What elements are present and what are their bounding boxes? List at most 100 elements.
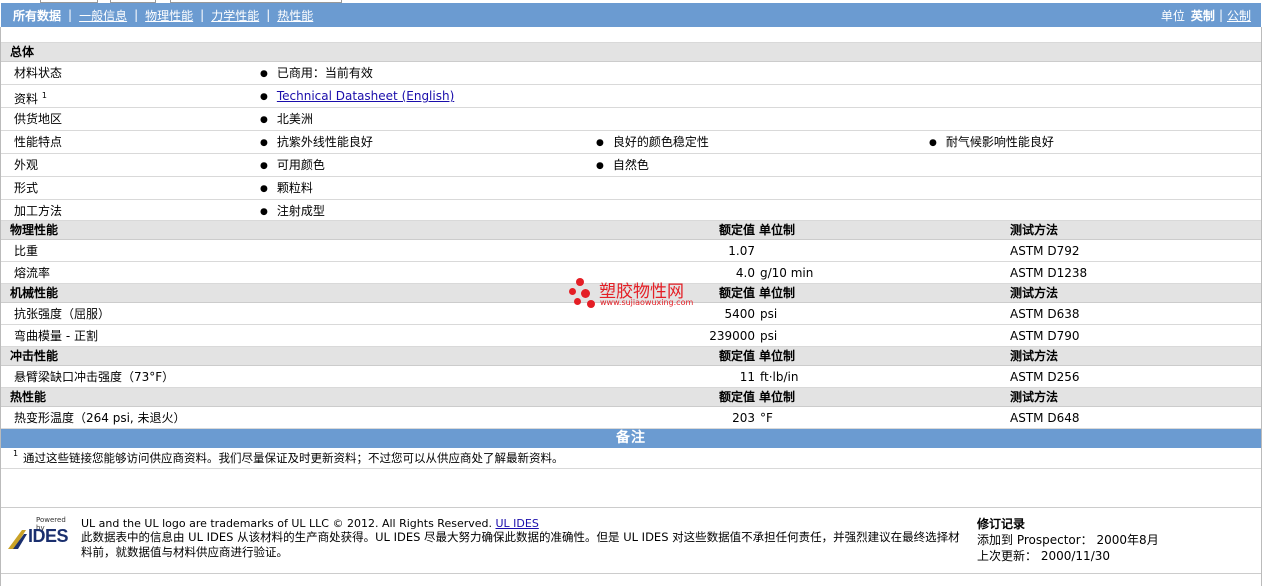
property-value: 239000 — [709, 329, 755, 343]
column-header-unit: 单位制 — [759, 349, 796, 363]
bullet-item: 北美洲 — [260, 108, 313, 132]
general-row-features: 性能特点 抗紫外线性能良好 良好的颜色稳定性 耐气候影响性能良好 — [1, 131, 1261, 154]
unit-switcher: 单位 英制 | 公制 — [1161, 3, 1251, 27]
disclaimer-text: 此数据表中的信息由 UL IDES 从该材料的生产商处获得。UL IDES 尽最… — [81, 530, 960, 559]
unit-metric-link[interactable]: 公制 — [1227, 7, 1251, 24]
ides-logo: Powered by IDES — [8, 516, 72, 552]
property-unit: psi — [760, 307, 778, 321]
property-unit: psi — [760, 329, 778, 343]
property-row: 比重 1.07 ASTM D792 — [1, 240, 1261, 262]
trademark-line: UL and the UL logo are trademarks of UL … — [81, 517, 539, 530]
property-method: ASTM D792 — [1010, 244, 1080, 258]
technical-datasheet-link[interactable]: Technical Datasheet (English) — [277, 89, 454, 103]
added-label: 添加到 Prospector： — [977, 533, 1093, 547]
section-title: 物理性能 — [10, 223, 59, 237]
general-row-region: 供货地区 北美洲 — [1, 108, 1261, 131]
row-label: 材料状态 — [14, 66, 63, 80]
general-row-status: 材料状态 已商用：当前有效 — [1, 62, 1261, 85]
tab-mechanical[interactable]: 力学性能 — [211, 7, 259, 24]
tab-separator: | — [266, 8, 271, 22]
property-value: 1.07 — [728, 244, 755, 258]
column-header-unit: 单位制 — [759, 390, 796, 404]
property-value: 203 — [732, 411, 755, 425]
footnote-marker: 1 — [13, 449, 19, 458]
column-header-unit: 单位制 — [759, 286, 796, 300]
property-method: ASTM D1238 — [1010, 266, 1088, 280]
general-row-form: 形式 颗粒料 — [1, 177, 1261, 200]
ides-logo-text: IDES — [28, 526, 69, 546]
section-header-mechanical: 机械性能 额定值 单位制 测试方法 — [1, 284, 1261, 303]
column-header-unit: 单位制 — [759, 223, 796, 237]
property-unit: °F — [760, 411, 773, 425]
column-header-method: 测试方法 — [1010, 349, 1059, 363]
property-value: 4.0 — [735, 266, 755, 280]
tab-separator: | — [200, 8, 205, 22]
bottom-separator — [1, 573, 1261, 574]
ul-ides-link[interactable]: UL IDES — [496, 517, 539, 530]
datasheet-content: 总体 材料状态 已商用：当前有效 资料 1 Technical Datashee… — [1, 27, 1261, 469]
revision-history-title: 修订记录 — [977, 517, 1026, 531]
section-header-physical: 物理性能 额定值 单位制 测试方法 — [1, 221, 1261, 240]
section-title: 热性能 — [10, 390, 47, 404]
property-method: ASTM D256 — [1010, 370, 1080, 384]
row-label-text: 资料 — [14, 92, 39, 106]
bullet-item: Technical Datasheet (English) — [260, 85, 454, 109]
section-header-thermal: 热性能 额定值 单位制 测试方法 — [1, 388, 1261, 407]
bullet-item: 可用颜色 — [260, 154, 325, 178]
row-label: 性能特点 — [14, 135, 63, 149]
column-header-nominal: 额定值 — [718, 349, 755, 363]
property-method: ASTM D790 — [1010, 329, 1080, 343]
section-header-general: 总体 — [1, 43, 1261, 62]
tab-physical[interactable]: 物理性能 — [145, 7, 193, 24]
bullet-item: 耐气候影响性能良好 — [929, 131, 1054, 155]
tab-thermal[interactable]: 热性能 — [277, 7, 313, 24]
property-row: 热变形温度（264 psi, 未退火） 203 °F ASTM D648 — [1, 407, 1261, 429]
property-row: 熔流率 4.0 g/10 min ASTM D1238 — [1, 262, 1261, 284]
property-label: 热变形温度（264 psi, 未退火） — [14, 411, 186, 425]
updated-value: 2000/11/30 — [1040, 549, 1111, 563]
frame-border-right — [1261, 27, 1262, 586]
category-navbar: 所有数据 | 一般信息 | 物理性能 | 力学性能 | 热性能 单位 英制 | … — [1, 3, 1261, 27]
property-label: 抗张强度（屈服） — [14, 307, 111, 321]
updated-date: 上次更新： 2000/11/30 — [977, 547, 1110, 564]
property-value: 5400 — [724, 307, 755, 321]
tab-general-info[interactable]: 一般信息 — [79, 7, 127, 24]
unit-label: 单位 — [1160, 8, 1185, 23]
ides-wing-icon — [8, 530, 27, 549]
tab-separator: | — [68, 8, 73, 22]
property-row: 悬臂梁缺口冲击强度（73°F） 11 ft·lb/in ASTM D256 — [1, 366, 1261, 388]
property-unit: g/10 min — [760, 266, 814, 280]
footnote-marker: 1 — [41, 91, 47, 100]
section-header-impact: 冲击性能 额定值 单位制 测试方法 — [1, 347, 1261, 366]
column-header-nominal: 额定值 — [718, 390, 755, 404]
bullet-item: 颗粒料 — [260, 177, 313, 201]
unit-separator: | — [1218, 8, 1223, 22]
column-header-nominal: 额定值 — [718, 223, 755, 237]
general-row-appearance: 外观 可用颜色 自然色 — [1, 154, 1261, 177]
added-value: 2000年8月 — [1096, 533, 1159, 547]
property-method: ASTM D648 — [1010, 411, 1080, 425]
property-row: 抗张强度（屈服） 5400 psi ASTM D638 — [1, 303, 1261, 325]
section-title: 总体 — [10, 45, 35, 59]
row-label: 加工方法 — [14, 204, 63, 218]
property-method: ASTM D638 — [1010, 307, 1080, 321]
property-label: 熔流率 — [14, 266, 51, 280]
added-date: 添加到 Prospector： 2000年8月 — [977, 531, 1159, 548]
row-label: 形式 — [14, 181, 39, 195]
section-title: 机械性能 — [10, 286, 59, 300]
footer: Powered by IDES UL and the UL logo are t… — [1, 509, 1261, 571]
notes-header: 备注 — [1, 429, 1261, 448]
general-row-processing: 加工方法 注射成型 — [1, 200, 1261, 221]
property-unit: ft·lb/in — [760, 370, 799, 384]
tab-separator: | — [134, 8, 139, 22]
footer-separator — [1, 507, 1261, 508]
trademark-text: UL and the UL logo are trademarks of UL … — [81, 517, 492, 530]
bullet-item: 良好的颜色稳定性 — [596, 131, 709, 155]
note-row: 1 通过这些链接您能够访问供应商资料。我们尽量保证及时更新资料；不过您可以从供应… — [1, 448, 1261, 469]
tab-all-data[interactable]: 所有数据 — [13, 7, 61, 24]
column-header-method: 测试方法 — [1010, 223, 1059, 237]
property-label: 悬臂梁缺口冲击强度（73°F） — [14, 370, 175, 384]
unit-imperial-active: 英制 — [1190, 8, 1215, 23]
bullet-item: 抗紫外线性能良好 — [260, 131, 373, 155]
bullet-item: 自然色 — [596, 154, 649, 178]
